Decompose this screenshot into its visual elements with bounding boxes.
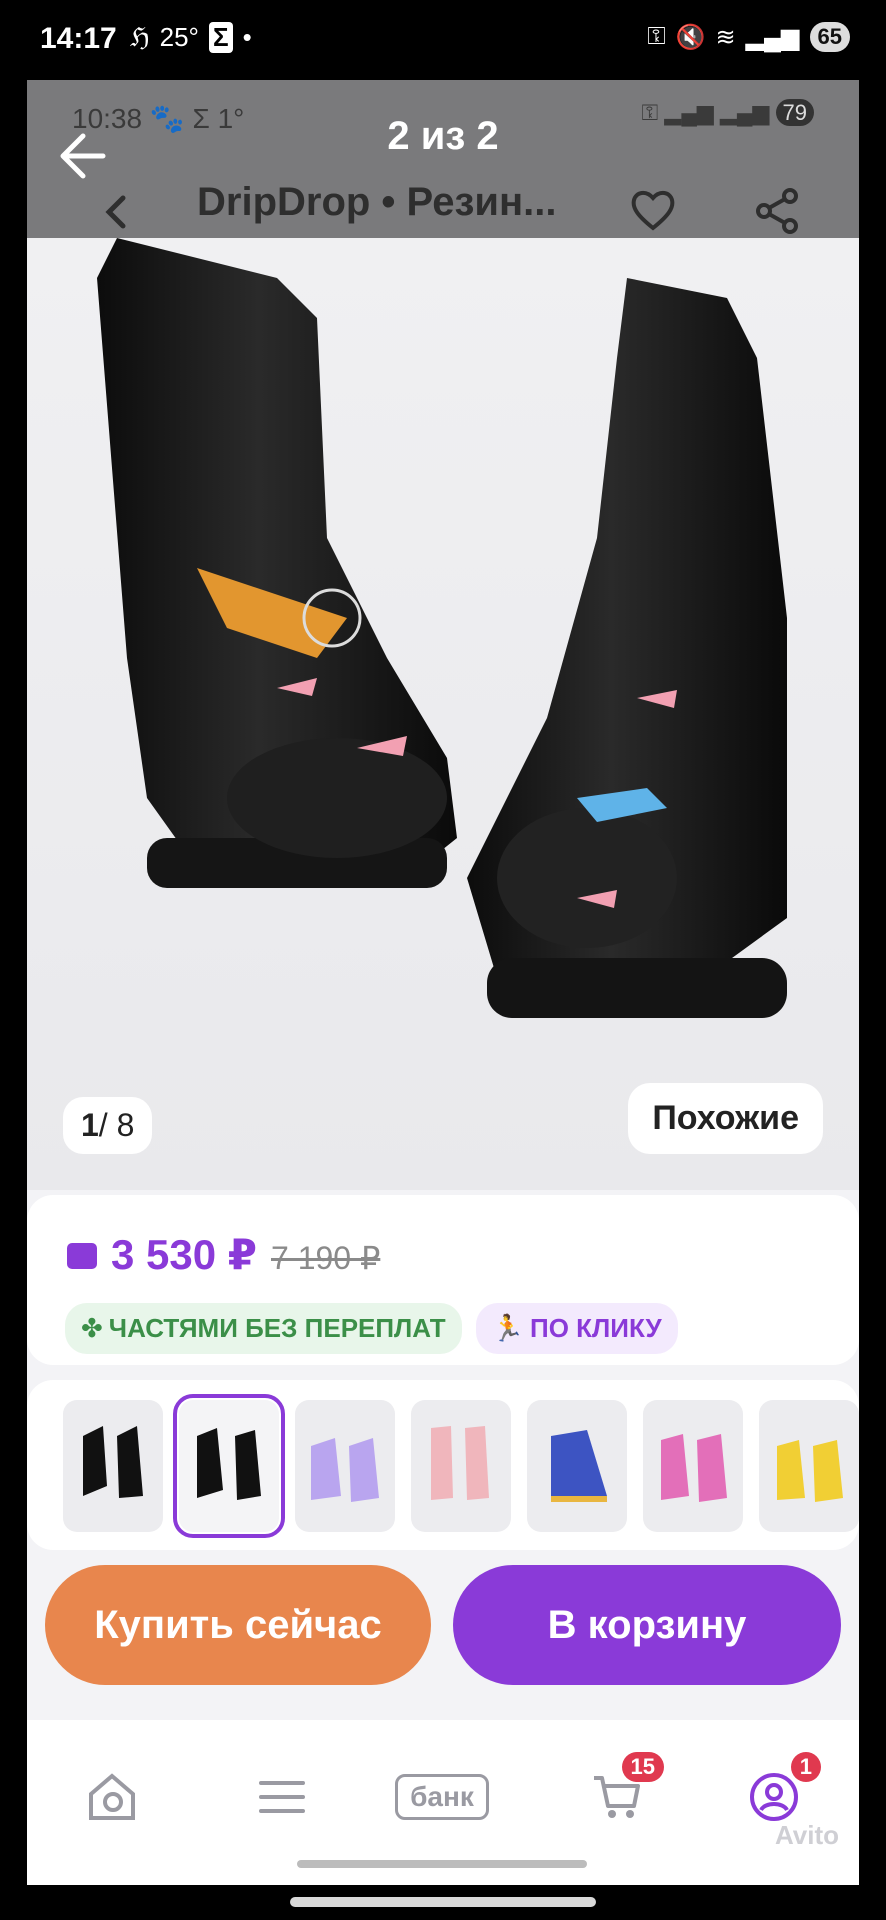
variant-thumb-selected[interactable] bbox=[173, 1394, 285, 1538]
boots-image bbox=[97, 238, 787, 1018]
variant-thumb[interactable] bbox=[295, 1400, 395, 1532]
action-buttons: Купить сейчас В корзину bbox=[27, 1565, 859, 1705]
variant-thumb[interactable] bbox=[527, 1400, 627, 1532]
status-time: 14:17 bbox=[40, 22, 117, 55]
variant-thumbnails bbox=[27, 1380, 859, 1550]
key-icon: ⚿ bbox=[647, 23, 666, 50]
viewer-counter: 2 из 2 bbox=[387, 114, 499, 158]
product-photo[interactable]: 10:38 🐾 Σ 1° ⚿ ▂▄▆ ▂▄▆ 79 DripDrop • Рез… bbox=[27, 80, 859, 1190]
price-card: 3 530 ₽ 7 190 ₽ ✤ ЧАСТЯМИ БЕЗ ПЕРЕПЛАТ 🏃… bbox=[27, 1195, 859, 1365]
search-home-icon bbox=[89, 1773, 135, 1820]
profile-badge: 1 bbox=[790, 1752, 821, 1782]
price-old: 7 190 ₽ bbox=[271, 1240, 381, 1276]
running-person-icon: 🏃 bbox=[491, 1313, 525, 1343]
inner-product-title: DripDrop • Резин... bbox=[197, 180, 557, 224]
signal-icon: ▂▄▆ bbox=[745, 23, 800, 51]
payment-chips: ✤ ЧАСТЯМИ БЕЗ ПЕРЕПЛАТ 🏃 ПО КЛИКУ bbox=[65, 1303, 678, 1354]
variant-thumb[interactable] bbox=[759, 1400, 859, 1532]
variant-thumb[interactable] bbox=[643, 1400, 743, 1532]
sigma-icon: Σ bbox=[208, 22, 233, 53]
menu-icon bbox=[259, 1781, 305, 1813]
battery-level: 65 bbox=[809, 22, 850, 52]
inner-screenshot-topbar: 10:38 🐾 Σ 1° ⚿ ▂▄▆ ▂▄▆ 79 DripDrop • Рез… bbox=[27, 80, 859, 238]
wifi-icon: ≋ bbox=[715, 23, 736, 51]
inner-back-icon bbox=[105, 195, 126, 229]
price-block: 3 530 ₽ 7 190 ₽ bbox=[67, 1230, 380, 1279]
clover-icon: ✤ bbox=[81, 1313, 103, 1343]
inner-home-indicator bbox=[297, 1860, 587, 1868]
bank-label: банк bbox=[395, 1774, 489, 1820]
add-to-cart-button[interactable]: В корзину bbox=[453, 1565, 841, 1685]
variant-thumb[interactable] bbox=[411, 1400, 511, 1532]
avito-watermark: Avito bbox=[774, 1820, 839, 1850]
nav-catalog[interactable] bbox=[247, 1762, 317, 1832]
photo-page-indicator: 1/ 8 bbox=[63, 1097, 153, 1154]
price-current: 3 530 ₽ bbox=[111, 1231, 257, 1278]
wallet-icon bbox=[67, 1243, 97, 1269]
buy-now-button[interactable]: Купить сейчас bbox=[45, 1565, 431, 1685]
installments-chip[interactable]: ✤ ЧАСТЯМИ БЕЗ ПЕРЕПЛАТ bbox=[65, 1303, 462, 1354]
cart-badge: 15 bbox=[621, 1752, 664, 1782]
nav-search[interactable] bbox=[77, 1762, 147, 1832]
screenshot-viewer: 10:38 🐾 Σ 1° ⚿ ▂▄▆ ▂▄▆ 79 DripDrop • Рез… bbox=[27, 80, 859, 1885]
nav-bank[interactable]: банк bbox=[382, 1762, 502, 1832]
favorite-heart-icon bbox=[631, 191, 675, 231]
system-status-bar: 14:17 ℌ 25° Σ • ⚿ 🔇 ≋ ▂▄▆ 65 bbox=[0, 0, 886, 80]
notification-h-icon: ℌ bbox=[130, 22, 150, 52]
dot-icon: • bbox=[242, 22, 252, 52]
mute-icon: 🔇 bbox=[675, 23, 706, 51]
variant-thumb[interactable] bbox=[63, 1400, 163, 1532]
system-home-indicator[interactable] bbox=[290, 1897, 596, 1907]
status-right: ⚿ 🔇 ≋ ▂▄▆ 65 bbox=[647, 22, 850, 52]
profile-icon bbox=[750, 1773, 798, 1821]
similar-button[interactable]: Похожие bbox=[628, 1083, 823, 1154]
oneclick-chip[interactable]: 🏃 ПО КЛИКУ bbox=[475, 1303, 678, 1354]
share-icon bbox=[756, 188, 798, 234]
nav-cart[interactable]: 15 bbox=[582, 1752, 664, 1832]
weather-temperature: 25° bbox=[159, 22, 199, 52]
status-notifications: ℌ 25° Σ • bbox=[130, 22, 252, 53]
